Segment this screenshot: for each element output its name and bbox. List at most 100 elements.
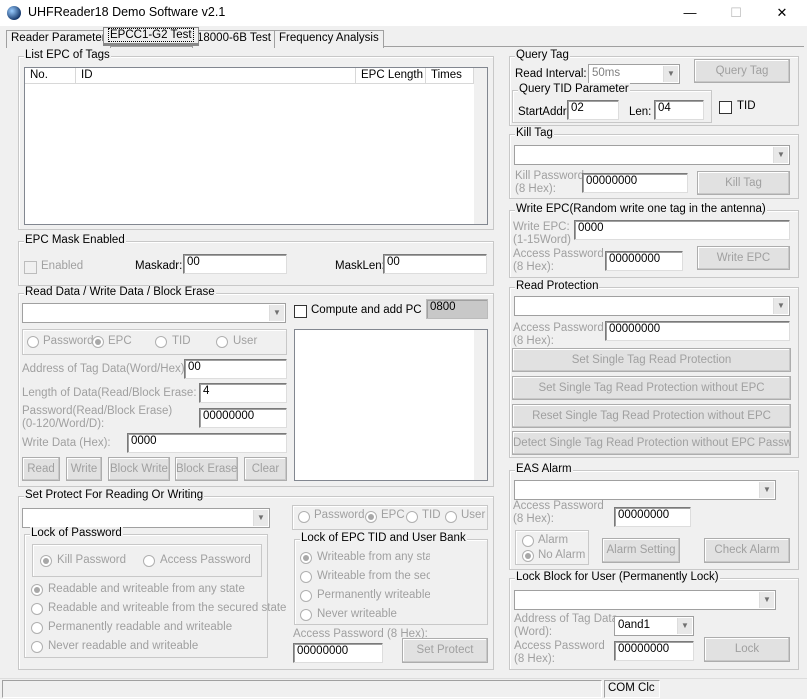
pc-value: 0800	[426, 299, 488, 319]
rw-addr-input[interactable]: 00	[184, 359, 287, 379]
kill-tag-select[interactable]: ▼	[514, 145, 790, 165]
startaddr-input[interactable]: 02	[567, 100, 619, 120]
check-alarm-button[interactable]: Check Alarm	[704, 538, 790, 563]
read-prot-pwd-label-line1: Access Password	[513, 322, 604, 334]
rw-tag-select[interactable]: ▼	[22, 303, 286, 323]
rw-pwd-label-line2: (0-120/Word/D):	[22, 418, 105, 430]
read-prot-pwd-label-line2: (8 Hex):	[513, 335, 554, 347]
chevron-down-icon: ▼	[773, 147, 788, 163]
access-password-radio[interactable]	[143, 555, 155, 567]
write-epc-button[interactable]: Write EPC	[697, 246, 790, 270]
mask-enabled-checkbox[interactable]	[24, 261, 37, 274]
rw-mem-user-radio[interactable]	[216, 336, 228, 348]
col-no[interactable]: No.	[25, 68, 76, 84]
epc-option-4-radio[interactable]	[300, 609, 312, 621]
lock-button[interactable]: Lock	[704, 637, 790, 662]
chevron-down-icon: ▼	[759, 592, 774, 608]
write-epc-pwd-input[interactable]: 00000000	[605, 251, 683, 271]
epc-option-1-radio[interactable]	[300, 552, 312, 564]
eas-tag-select[interactable]: ▼	[514, 480, 776, 500]
pwd-option-2-radio[interactable]	[31, 603, 43, 615]
write-epc-pwd-label: Access Password (8 Hex):	[513, 248, 604, 274]
eas-pwd-label-line2: (8 Hex):	[513, 513, 554, 525]
alarm-radio[interactable]	[522, 535, 534, 547]
rw-write-input[interactable]: 0000	[127, 433, 287, 453]
memo-scrollbar[interactable]	[474, 330, 487, 480]
col-id[interactable]: ID	[76, 68, 356, 84]
block-erase-button[interactable]: Block Erase	[175, 457, 238, 481]
tab-18000-6b[interactable]: 18000-6B Test	[192, 30, 276, 48]
pwd-option-3-radio[interactable]	[31, 622, 43, 634]
eas-pwd-input[interactable]: 00000000	[614, 507, 691, 527]
rw-addr-label: Address of Tag Data(Word/Hex):	[22, 363, 188, 375]
clear-button[interactable]: Clear	[244, 457, 287, 481]
masklen-input[interactable]: 00	[383, 254, 487, 274]
epc-option-2-radio[interactable]	[300, 571, 312, 583]
block-write-button[interactable]: Block Write	[108, 457, 170, 481]
detect-read-protection-button[interactable]: Detect Single Tag Read Protection withou…	[512, 431, 791, 455]
epc-list[interactable]: No. ID EPC Length Times	[24, 67, 488, 225]
rw-len-input[interactable]: 4	[199, 383, 287, 403]
pwd-option-3-label: Permanently readable and writeable	[48, 621, 233, 633]
rw-mem-tid-radio[interactable]	[155, 336, 167, 348]
kill-pwd-input[interactable]: 00000000	[582, 173, 688, 193]
lock-block-pwd-input[interactable]: 00000000	[614, 641, 694, 661]
close-button[interactable]: ✕	[759, 0, 805, 26]
lock-block-tag-select[interactable]: ▼	[514, 590, 776, 610]
interval-select[interactable]: 50ms ▼	[588, 64, 680, 84]
read-prot-pwd-input[interactable]: 00000000	[605, 321, 790, 341]
pwd-option-4-radio[interactable]	[31, 641, 43, 653]
lock-block-addr-select[interactable]: 0and1 ▼	[614, 616, 694, 636]
tab-frequency-analysis[interactable]: Frequency Analysis	[274, 30, 384, 48]
rw-pwd-label: Password(Read/Block Erase) (0-120/Word/D)…	[22, 405, 172, 431]
rw-mem-password-radio[interactable]	[27, 336, 39, 348]
protect-mem-password-radio[interactable]	[298, 511, 310, 523]
chevron-down-icon: ▼	[253, 510, 268, 526]
rw-data-memo[interactable]	[294, 329, 488, 481]
startaddr-label: StartAddr:	[518, 106, 570, 118]
set-read-protection-no-epc-button[interactable]: Set Single Tag Read Protection without E…	[512, 376, 791, 400]
protect-mem-tid-radio[interactable]	[406, 511, 418, 523]
lock-block-pwd-label-line1: Access Password	[514, 640, 605, 652]
rw-pwd-input[interactable]: 00000000	[199, 408, 287, 428]
alarm-setting-button[interactable]: Alarm Setting	[602, 538, 680, 563]
write-button[interactable]: Write	[66, 457, 102, 481]
maximize-button[interactable]: ☐	[713, 0, 759, 26]
reset-read-protection-button[interactable]: Reset Single Tag Read Protection without…	[512, 404, 791, 428]
protect-mem-user-radio[interactable]	[445, 511, 457, 523]
lock-password-legend: Lock of Password	[30, 527, 123, 539]
read-prot-pwd-label: Access Password (8 Hex):	[513, 322, 604, 348]
protect-tag-select[interactable]: ▼	[22, 508, 270, 528]
compute-pc-checkbox[interactable]	[294, 305, 307, 318]
protect-access-input[interactable]: 00000000	[293, 643, 383, 663]
col-epc-length[interactable]: EPC Length	[356, 68, 426, 84]
minimize-button[interactable]: —	[667, 0, 713, 26]
tab-reader-parameter[interactable]: Reader Parameter	[6, 30, 111, 48]
no-alarm-radio[interactable]	[522, 550, 534, 562]
read-button[interactable]: Read	[22, 457, 60, 481]
pwd-option-1-label: Readable and writeable from any state	[48, 583, 245, 595]
lock-block-legend: Lock Block for User (Permanently Lock)	[515, 571, 720, 583]
set-read-protection-button[interactable]: Set Single Tag Read Protection	[512, 348, 791, 372]
tid-checkbox[interactable]	[719, 101, 732, 114]
kill-tag-button[interactable]: Kill Tag	[697, 171, 790, 195]
list-scrollbar[interactable]	[474, 68, 487, 224]
len-input[interactable]: 04	[654, 100, 704, 120]
maskadr-input[interactable]: 00	[183, 254, 287, 274]
protect-mem-epc-radio[interactable]	[365, 511, 377, 523]
set-protect-button[interactable]: Set Protect	[402, 638, 488, 663]
write-epc-input[interactable]: 0000	[574, 220, 790, 240]
rw-mem-epc-radio[interactable]	[92, 336, 104, 348]
epc-option-3-radio[interactable]	[300, 590, 312, 602]
epc-option-2-label: Writeable from the secured state	[317, 570, 430, 582]
write-epc-label-line2: (1-15Word)	[513, 234, 571, 246]
pwd-option-1-radio[interactable]	[31, 584, 43, 596]
col-times[interactable]: Times	[426, 68, 474, 84]
kill-password-radio[interactable]	[40, 555, 52, 567]
read-prot-tag-select[interactable]: ▼	[514, 296, 790, 316]
query-tag-button[interactable]: Query Tag	[694, 59, 790, 83]
lock-epc-legend: Lock of EPC TID and User Bank	[300, 532, 467, 544]
tab-epcc1-g2[interactable]: EPCC1-G2 Test	[103, 27, 199, 46]
epc-option-4-label: Never writeable	[317, 608, 397, 620]
kill-legend: Kill Tag	[515, 127, 554, 139]
